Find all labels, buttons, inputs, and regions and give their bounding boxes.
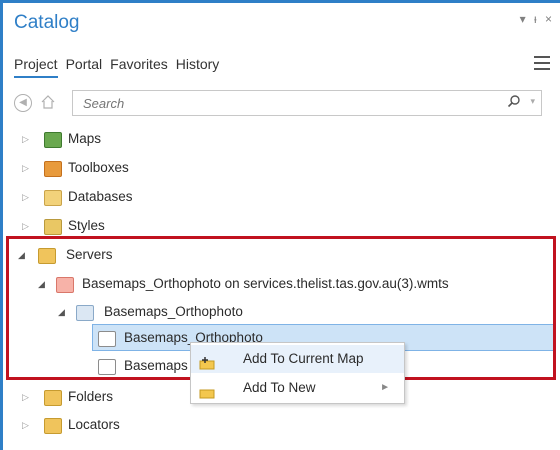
toolbox-icon: [44, 161, 62, 177]
pane-options-dropdown-icon[interactable]: ▾: [520, 12, 526, 26]
tree-item-maps[interactable]: ▷ Maps: [22, 126, 322, 152]
close-icon[interactable]: ×: [545, 12, 552, 26]
tree-item-toolboxes[interactable]: ▷ Toolboxes: [22, 155, 322, 181]
context-menu: Add To Current Map Add To New ►: [190, 342, 405, 404]
maps-folder-icon: [44, 132, 62, 148]
folders-icon: [44, 390, 62, 406]
pane-top-border: [0, 0, 560, 3]
search-options-chevron-icon[interactable]: ▾: [530, 96, 535, 107]
expand-caret-icon[interactable]: ▷: [22, 155, 29, 181]
locators-icon: [44, 418, 62, 434]
expand-caret-icon[interactable]: ▷: [22, 384, 29, 410]
search-field[interactable]: ▾: [72, 90, 542, 116]
tab-favorites[interactable]: Favorites: [110, 56, 168, 78]
search-icon[interactable]: [507, 94, 521, 108]
menu-item-add-to-new[interactable]: Add To New ►: [191, 374, 404, 402]
tab-project[interactable]: Project: [14, 56, 58, 78]
add-new-map-icon: [199, 381, 215, 399]
menu-item-add-to-current-map[interactable]: Add To Current Map: [191, 345, 404, 373]
pane-controls: ▾ ᵼ ×: [515, 12, 552, 26]
pane-left-border: [0, 0, 3, 450]
database-folder-icon: [44, 190, 62, 206]
expand-caret-icon[interactable]: ▷: [22, 412, 29, 438]
catalog-tabs: Project Portal Favorites History: [14, 56, 219, 78]
home-icon[interactable]: [40, 94, 56, 110]
search-input[interactable]: [81, 95, 465, 112]
menu-icon[interactable]: [534, 56, 550, 70]
expand-caret-icon[interactable]: ▷: [22, 126, 29, 152]
expand-caret-icon[interactable]: ▷: [22, 184, 29, 210]
styles-folder-icon: [44, 219, 62, 235]
tab-portal[interactable]: Portal: [66, 56, 103, 78]
add-layer-icon: [199, 352, 215, 370]
tree-item-locators[interactable]: ▷ Locators: [22, 412, 322, 438]
pin-icon[interactable]: ᵼ: [534, 12, 537, 26]
tab-history[interactable]: History: [176, 56, 220, 78]
submenu-arrow-icon: ►: [380, 382, 390, 393]
back-icon[interactable]: ◀: [14, 94, 32, 112]
pane-title: Catalog: [14, 12, 80, 33]
tree-item-databases[interactable]: ▷ Databases: [22, 184, 322, 210]
